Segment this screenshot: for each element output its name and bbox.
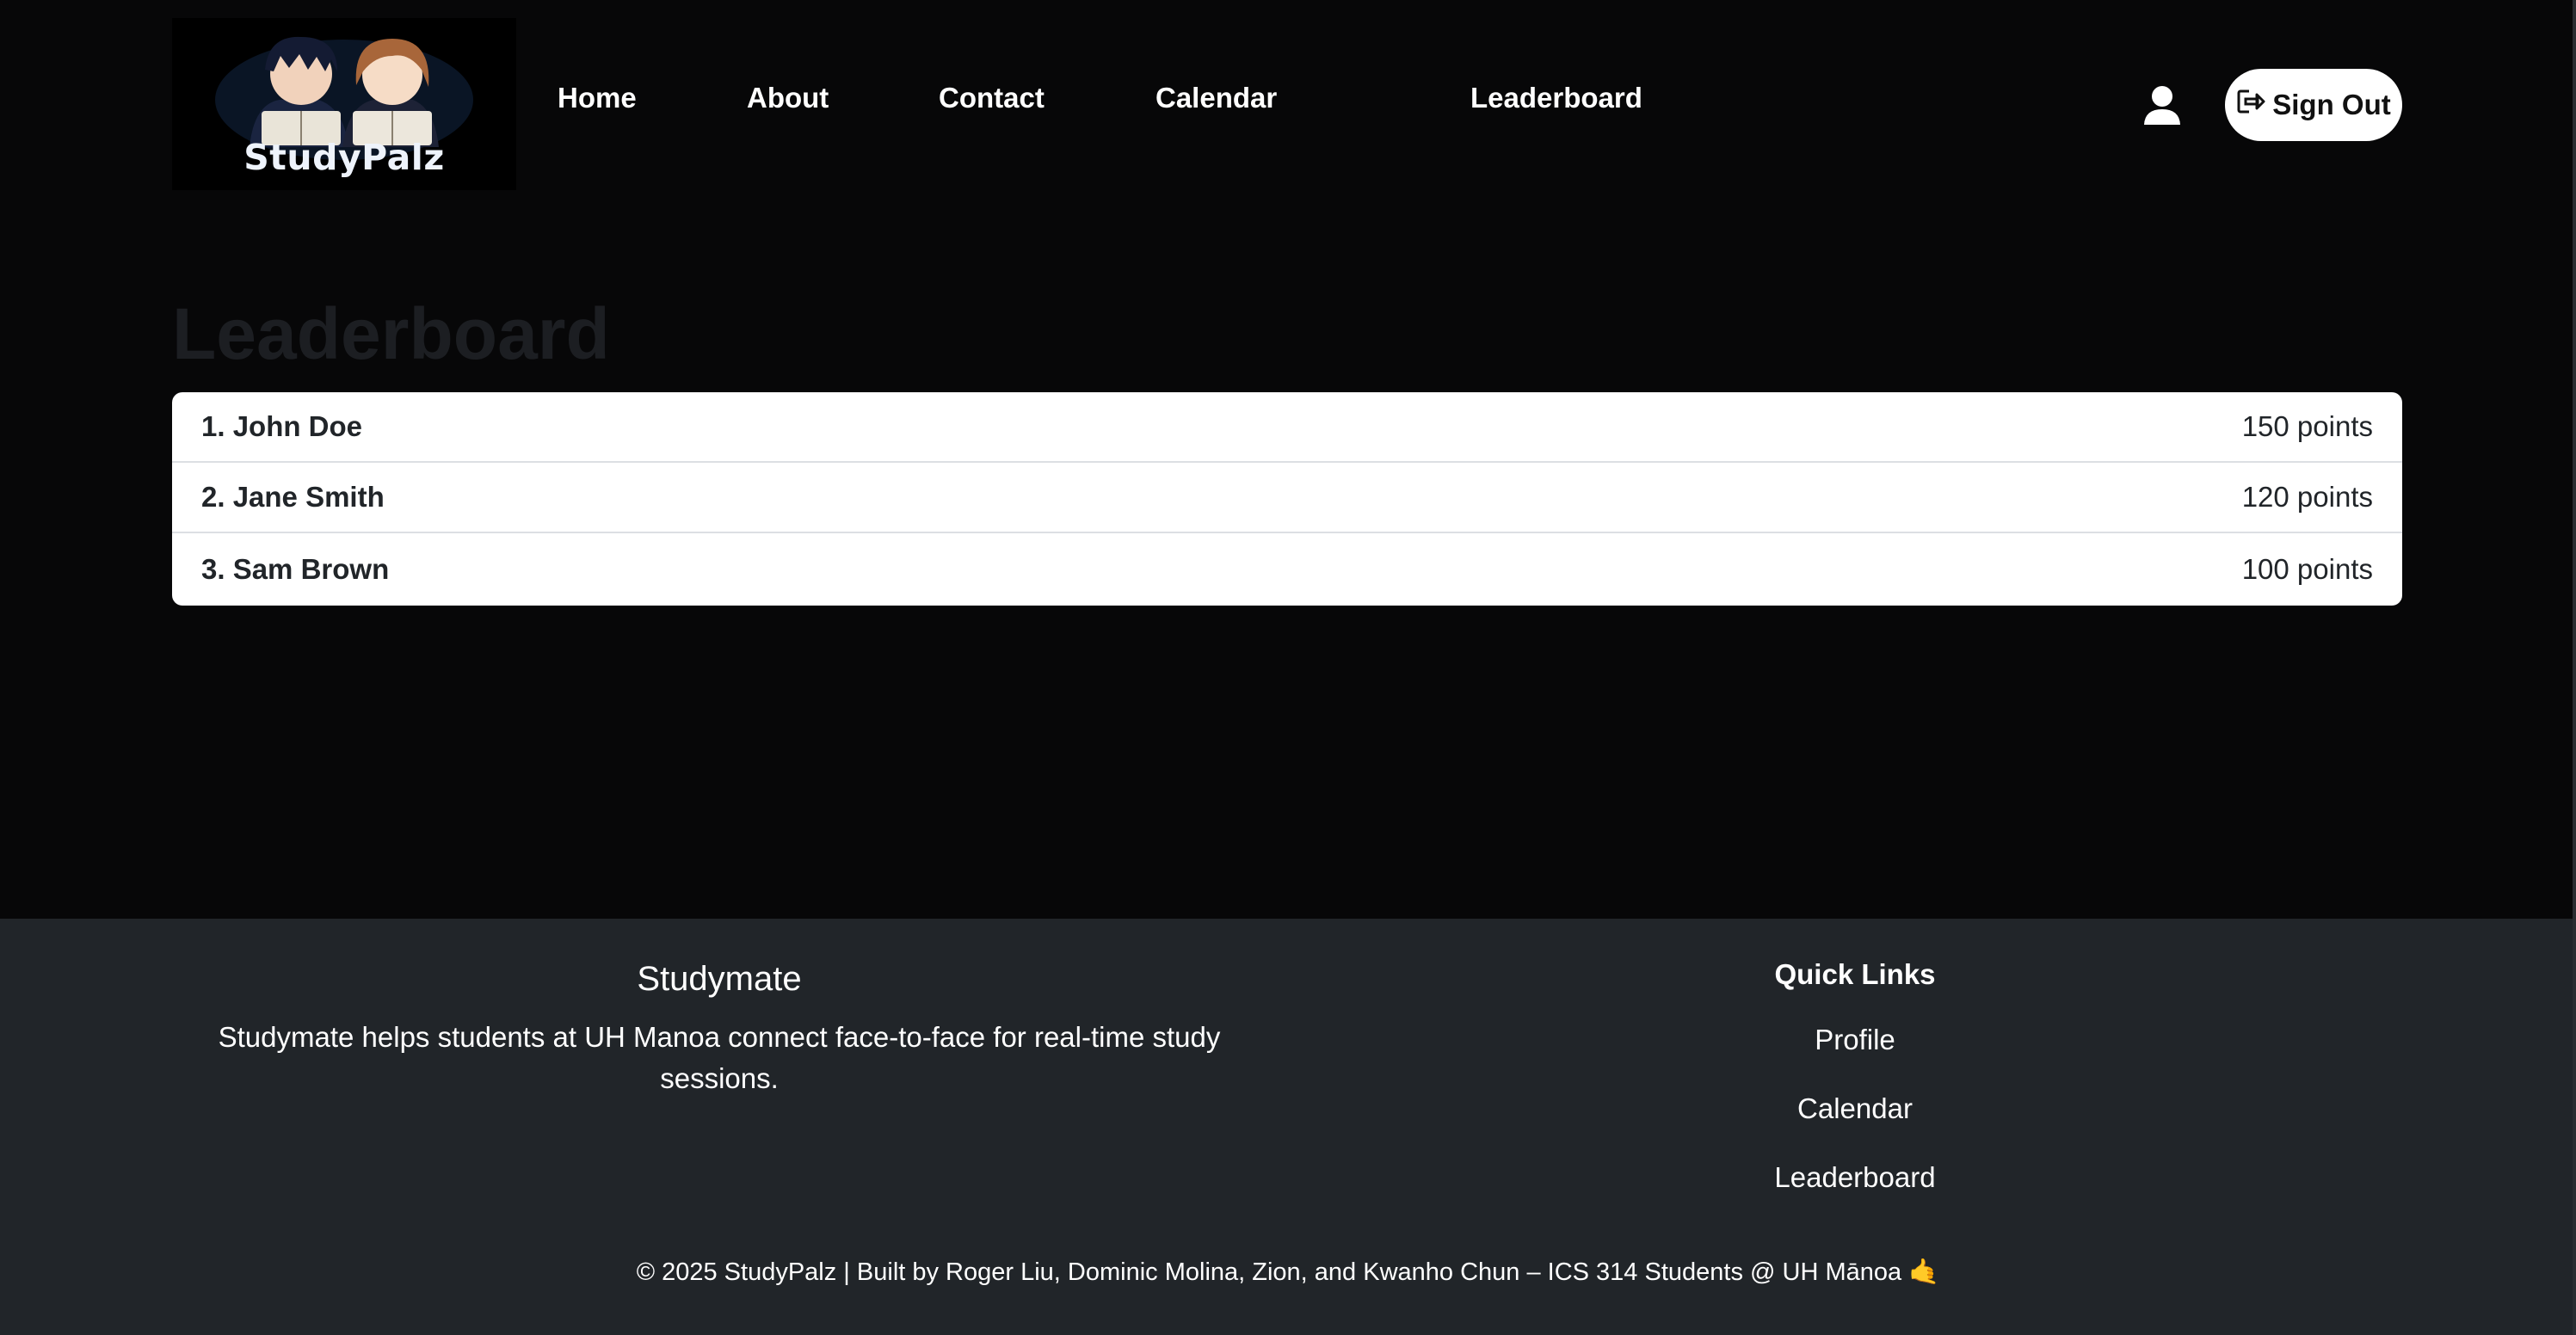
- nav-calendar-link[interactable]: Calendar: [1156, 82, 1277, 114]
- sign-out-button[interactable]: Sign Out: [2225, 69, 2402, 141]
- entry-name: 3. Sam Brown: [201, 553, 390, 585]
- footer-leaderboard-link[interactable]: Leaderboard: [1566, 1161, 2144, 1194]
- footer-calendar-link[interactable]: Calendar: [1566, 1092, 2144, 1125]
- quick-links-title: Quick Links: [1774, 958, 1936, 990]
- footer-description: Studymate helps students at UH Manoa con…: [218, 1021, 1221, 1094]
- entry-name: 1. John Doe: [201, 410, 363, 442]
- navbar: StudyPalz Home About Contact Calendar Le…: [0, 0, 2576, 206]
- sign-out-icon: [2236, 88, 2265, 122]
- footer: Studymate Studymate helps students at UH…: [0, 919, 2576, 1335]
- page-title: Leaderboard: [172, 293, 610, 374]
- logo-text: StudyPalz: [243, 137, 445, 178]
- leaderboard-list: 1. John Doe 150 points 2. Jane Smith 120…: [172, 392, 2402, 606]
- entry-name: 2. Jane Smith: [201, 481, 385, 513]
- user-icon[interactable]: [2142, 85, 2182, 126]
- nav-home-link[interactable]: Home: [558, 82, 637, 114]
- entry-points: 100 points: [2241, 553, 2373, 585]
- nav-contact-link[interactable]: Contact: [939, 82, 1045, 114]
- window-scrollbar[interactable]: [2573, 0, 2576, 1335]
- leaderboard-entry: 3. Sam Brown 100 points: [172, 533, 2402, 606]
- nav-leaderboard-link[interactable]: Leaderboard: [1470, 82, 1642, 114]
- entry-points: 150 points: [2241, 410, 2373, 442]
- copyright-text: © 2025 StudyPalz | Built by Roger Liu, D…: [636, 1258, 1940, 1286]
- footer-brand: Studymate: [637, 960, 802, 998]
- studypalz-logo[interactable]: StudyPalz: [172, 18, 516, 190]
- leaderboard-entry: 1. John Doe 150 points: [172, 392, 2402, 463]
- footer-profile-link[interactable]: Profile: [1566, 1024, 2144, 1056]
- leaderboard-entry: 2. Jane Smith 120 points: [172, 463, 2402, 533]
- sign-out-label: Sign Out: [2272, 89, 2391, 120]
- nav-about-link[interactable]: About: [747, 82, 829, 114]
- entry-points: 120 points: [2241, 481, 2373, 513]
